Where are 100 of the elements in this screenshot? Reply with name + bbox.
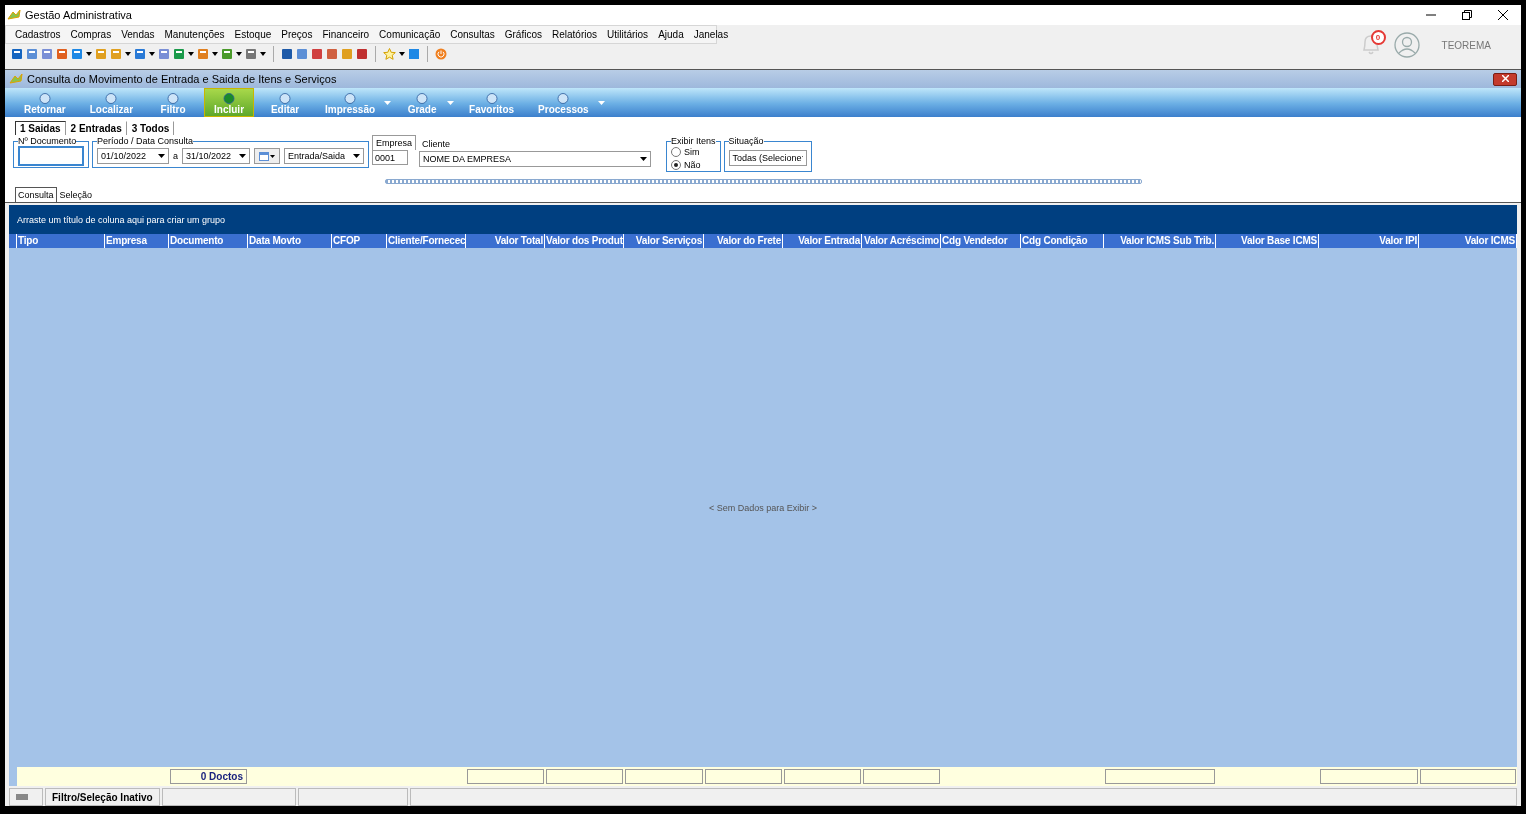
- caret-icon[interactable]: [188, 52, 194, 56]
- menu-item[interactable]: Consultas: [445, 29, 500, 40]
- column-header[interactable]: Valor Total: [466, 234, 545, 248]
- caret-icon[interactable]: [399, 52, 405, 56]
- star-icon[interactable]: [383, 48, 396, 60]
- toolbar-square-icon[interactable]: [326, 48, 338, 60]
- menu-item[interactable]: Ajuda: [653, 29, 689, 40]
- circle-icon: [279, 93, 292, 104]
- column-header[interactable]: Cdg Condição: [1021, 234, 1104, 248]
- circle-icon: [105, 93, 118, 104]
- user-avatar-icon[interactable]: [1393, 32, 1420, 58]
- column-header[interactable]: CFOP: [332, 234, 387, 248]
- caret-icon[interactable]: [125, 52, 131, 56]
- menu-item[interactable]: Cadastros: [10, 29, 66, 40]
- tab[interactable]: 1 Saidas: [15, 121, 66, 135]
- menu-item[interactable]: Manutenções: [159, 29, 230, 40]
- caret-icon[interactable]: [86, 52, 92, 56]
- close-icon: [1501, 74, 1509, 82]
- window-title: Gestão Administrativa: [25, 9, 132, 21]
- column-header[interactable]: Empresa: [105, 234, 169, 248]
- caret-icon: [270, 154, 275, 158]
- form-logo-icon: [9, 73, 23, 85]
- app-logo-icon: [7, 9, 21, 21]
- column-header[interactable]: Cdg Vendedor: [941, 234, 1021, 248]
- column-header[interactable]: Valor Serviços: [624, 234, 704, 248]
- caret-icon: [239, 154, 246, 158]
- toolbar-square-icon[interactable]: [56, 48, 68, 60]
- calendar-icon: [259, 151, 269, 161]
- toolbar-square-icon[interactable]: [311, 48, 323, 60]
- toolbar-square-icon[interactable]: [71, 48, 83, 60]
- caret-icon[interactable]: [236, 52, 242, 56]
- menu-item[interactable]: Relatórios: [546, 29, 602, 40]
- menu-item[interactable]: Gráficos: [499, 29, 547, 40]
- company-field[interactable]: 0001: [372, 150, 408, 165]
- filter-status: Filtro/Seleção Inativo: [45, 788, 160, 806]
- circle-icon: [557, 93, 570, 104]
- caret-icon[interactable]: [260, 52, 266, 56]
- calendar-button[interactable]: [254, 148, 280, 164]
- column-header[interactable]: Valor ICMS: [1419, 234, 1517, 248]
- circle-icon: [223, 93, 236, 104]
- toolbar-square-icon[interactable]: [281, 48, 293, 60]
- toolbar-square-icon[interactable]: [296, 48, 308, 60]
- group-label: Período / Data Consulta: [97, 136, 194, 146]
- column-header[interactable]: Cliente/Fornecec: [387, 234, 466, 248]
- client-select[interactable]: NOME DA EMPRESA: [419, 151, 652, 167]
- column-header[interactable]: Valor IPI: [1319, 234, 1419, 248]
- group-label: Exibir Itens: [671, 136, 716, 146]
- menu-item[interactable]: Comunicação: [374, 29, 446, 40]
- column-header[interactable]: Tipo: [17, 234, 105, 248]
- power-icon[interactable]: [435, 48, 447, 60]
- menu-item[interactable]: Financeiro: [317, 29, 375, 40]
- menu-item[interactable]: Janelas: [688, 29, 734, 40]
- group-label: Nº Documento: [18, 136, 77, 146]
- circle-icon: [416, 93, 429, 104]
- circle-icon: [344, 93, 357, 104]
- column-header[interactable]: Valor do Frete: [704, 234, 783, 248]
- splitter-handle[interactable]: [384, 178, 1142, 184]
- empty-message: < Sem Dados para Exibir >: [708, 502, 818, 513]
- radio-option[interactable]: Sim: [671, 147, 701, 157]
- column-header[interactable]: Data Movto: [248, 234, 332, 248]
- summary-cell: 0 Doctos: [170, 769, 247, 784]
- caret-icon: [353, 154, 360, 158]
- column-header[interactable]: Valor dos Produt: [545, 234, 624, 248]
- tab[interactable]: Consulta: [15, 187, 57, 202]
- circle-icon: [167, 93, 180, 104]
- menu-item[interactable]: Estoque: [229, 29, 277, 40]
- form-title: Consulta do Movimento de Entrada e Saida de Itens e Serviços: [27, 73, 337, 85]
- column-header[interactable]: Documento: [169, 234, 248, 248]
- menu-item[interactable]: Compras: [65, 29, 117, 40]
- column-header[interactable]: Valor ICMS Sub Trib.: [1104, 234, 1216, 248]
- date-from-field[interactable]: 01/10/2022: [97, 148, 169, 164]
- caret-icon[interactable]: [212, 52, 218, 56]
- group-label: Situação: [728, 136, 764, 146]
- form-close-button[interactable]: [1493, 72, 1517, 86]
- type-select[interactable]: Entrada/Saida: [284, 148, 364, 164]
- toolbar-square-icon[interactable]: [41, 48, 53, 60]
- menu-item[interactable]: Utilitários: [602, 29, 654, 40]
- user-name: TEOREMA: [1441, 39, 1491, 51]
- menu-item[interactable]: Vendas: [116, 29, 160, 40]
- caret-icon: [640, 157, 648, 161]
- toolbar-square-icon[interactable]: [11, 48, 23, 60]
- date-to-field[interactable]: 31/10/2022: [182, 148, 250, 164]
- toolbar-square-icon[interactable]: [356, 48, 368, 60]
- document-field[interactable]: [18, 146, 84, 166]
- status-select[interactable]: Todas (Selecione: [728, 150, 807, 166]
- range-separator: a: [173, 151, 178, 161]
- caret-icon: [158, 154, 165, 158]
- caret-icon[interactable]: [149, 52, 155, 56]
- toolbar-square-icon[interactable]: [173, 48, 185, 60]
- column-header[interactable]: Valor Acréscimo: [862, 234, 941, 248]
- toolbar-square-icon[interactable]: [134, 48, 146, 60]
- column-header[interactable]: Valor Entrada: [783, 234, 862, 248]
- close-icon: [1498, 10, 1508, 20]
- group-hint: Arraste um título de coluna aqui para criar um grupo: [17, 214, 226, 225]
- toolbar-square-icon[interactable]: [245, 48, 257, 60]
- menu-item[interactable]: Preços: [276, 29, 318, 40]
- toolbar-square-icon[interactable]: [26, 48, 38, 60]
- circle-icon: [38, 93, 51, 104]
- column-header[interactable]: Valor Base ICMS: [1216, 234, 1319, 248]
- radio-option[interactable]: Não: [671, 160, 701, 170]
